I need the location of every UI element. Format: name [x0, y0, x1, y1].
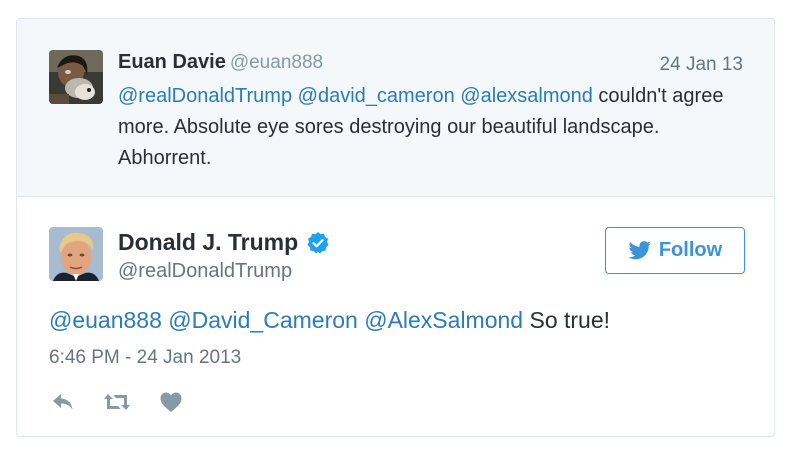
twitter-bird-icon — [628, 240, 651, 259]
euan-davie-avatar[interactable] — [49, 50, 103, 104]
parent-tweet-header: Euan Davie @euan888 — [118, 51, 323, 74]
mention-link[interactable]: @alexsalmond — [460, 85, 593, 107]
avatar-image-icon — [49, 227, 103, 281]
parent-tweet-text: @realDonaldTrump @david_cameron @alexsal… — [118, 81, 728, 174]
tweet-timestamp[interactable]: 6:46 PM - 24 Jan 2013 — [49, 347, 241, 369]
mention-link[interactable]: @david_cameron — [298, 85, 455, 107]
parent-author-handle[interactable]: @euan888 — [230, 52, 323, 73]
like-icon[interactable] — [157, 389, 185, 415]
donald-trump-avatar[interactable] — [49, 227, 103, 281]
follow-button[interactable]: Follow — [605, 227, 745, 274]
verified-badge-icon — [306, 231, 330, 255]
tweet-embed-card: Euan Davie @euan888 24 Jan 13 @realDonald… — [16, 18, 775, 437]
retweet-icon[interactable] — [103, 389, 131, 415]
tweet-author-handle[interactable]: @realDonaldTrump — [118, 260, 292, 283]
mention-link[interactable]: @realDonaldTrump — [118, 85, 292, 107]
mention-link[interactable]: @David_Cameron — [168, 307, 358, 333]
parent-tweet-date[interactable]: 24 Jan 13 — [660, 54, 743, 76]
mention-link[interactable]: @AlexSalmond — [364, 307, 523, 333]
mention-link[interactable]: @euan888 — [49, 307, 162, 333]
avatar-image-icon — [49, 50, 103, 104]
tweet-author-row: Donald J. Trump — [118, 229, 330, 256]
parent-tweet[interactable]: Euan Davie @euan888 24 Jan 13 @realDonald… — [17, 19, 774, 197]
tweet-actions — [49, 389, 211, 415]
follow-button-label: Follow — [658, 239, 723, 261]
tweet-body: So true! — [529, 307, 611, 333]
tweet-text: @euan888 @David_Cameron @AlexSalmond So … — [49, 307, 610, 334]
parent-author-name[interactable]: Euan Davie — [118, 51, 226, 73]
tweet-author-name[interactable]: Donald J. Trump — [118, 229, 298, 256]
reply-icon[interactable] — [49, 389, 77, 415]
